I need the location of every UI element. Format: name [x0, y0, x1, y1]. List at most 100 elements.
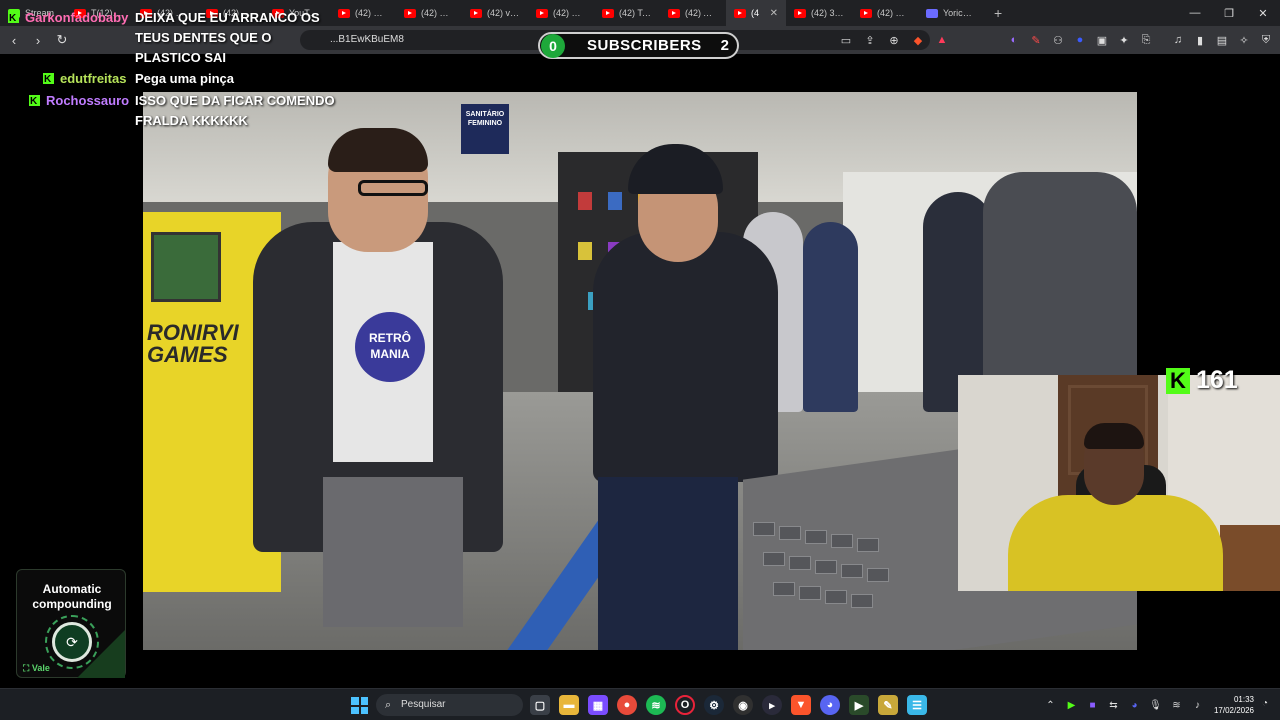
- app-grid-icon[interactable]: ▦: [588, 695, 608, 715]
- browser-tab[interactable]: (42) Tenta: [594, 0, 660, 26]
- browser-tab[interactable]: Yorick An: [918, 0, 984, 26]
- tab-label: Yorick An: [943, 8, 976, 18]
- taskbar-search[interactable]: ⌕ Pesquisar: [376, 694, 523, 716]
- tab-active[interactable]: (4 ✕: [726, 0, 786, 26]
- notification-icon[interactable]: ◔: [1262, 698, 1274, 712]
- zoom-icon[interactable]: ⊕: [886, 32, 902, 48]
- wifi-icon[interactable]: ≋: [1170, 697, 1183, 713]
- extension-4-icon[interactable]: ●: [1072, 32, 1088, 48]
- close-icon[interactable]: ✕: [1246, 0, 1280, 26]
- rewards-icon[interactable]: ▲: [934, 32, 950, 48]
- back-icon[interactable]: ‹: [4, 30, 24, 50]
- wallet-icon[interactable]: ▤: [1214, 32, 1230, 48]
- forward-icon[interactable]: ›: [28, 30, 48, 50]
- chat-message-body: Pega uma pinça: [135, 69, 335, 89]
- system-tray: ⌃ ▶ ■ ⇆ ◕ 🎙︎ ≋ ♪: [1044, 697, 1204, 713]
- webcam-overlay: [958, 375, 1280, 591]
- shirt-logo: RETRÔ MANIA: [355, 312, 425, 382]
- chat-message: edutfreitas: [43, 69, 126, 90]
- browser-tab[interactable]: (42) ÚLTI: [330, 0, 396, 26]
- browser-tab[interactable]: (42) EPST: [528, 0, 594, 26]
- vpn-icon[interactable]: ⛨: [1258, 32, 1274, 48]
- chat-text: DEIXA QUE EU ARRANCO OS TEUS DENTES QUE …: [135, 10, 320, 65]
- chat-username[interactable]: edutfreitas: [60, 69, 126, 89]
- kick-logo-icon: K: [1166, 367, 1190, 394]
- cast-icon[interactable]: ▭: [838, 32, 854, 48]
- steam-icon[interactable]: ⚙: [704, 695, 724, 715]
- obs-icon[interactable]: ◉: [733, 695, 753, 715]
- task-view-icon[interactable]: ▢: [530, 695, 550, 715]
- youtube-icon: [338, 8, 350, 18]
- youtube-icon: [860, 8, 872, 18]
- clock[interactable]: 01:33 17/02/2026: [1208, 694, 1254, 716]
- extension-1-icon[interactable]: ◐: [1006, 32, 1022, 48]
- restroom-sign: SANITÁRIO FEMININO: [461, 104, 509, 154]
- browser-tab[interactable]: (42) Frem: [852, 0, 918, 26]
- spotify-icon[interactable]: ≋: [646, 695, 666, 715]
- subscribers-left-value: 0: [541, 33, 565, 58]
- sidebar-icon[interactable]: ▮: [1192, 32, 1208, 48]
- host-shorts: [323, 477, 463, 627]
- taskbar-apps: ▢ ▬ ▦ ● ≋ O ⚙ ◉ ▸ ▼ ◕ ▶ ✎ ☰: [530, 695, 927, 715]
- youtube-icon: [470, 8, 482, 18]
- chat-username[interactable]: Garkonfadobaby: [25, 8, 128, 28]
- playlist-icon[interactable]: ♫: [1170, 32, 1186, 48]
- microphone-icon[interactable]: 🎙︎: [1149, 697, 1162, 713]
- notepad-icon[interactable]: ☰: [907, 695, 927, 715]
- streamlabs-icon[interactable]: ▸: [762, 695, 782, 715]
- extension-2-icon[interactable]: ✎: [1028, 32, 1044, 48]
- file-explorer-icon[interactable]: ▬: [559, 695, 579, 715]
- browser-tab[interactable]: (42) víde: [462, 0, 528, 26]
- kick-badge-icon: [43, 70, 54, 90]
- site-icon: [926, 8, 938, 18]
- window-controls: — ❐ ✕: [1178, 0, 1280, 26]
- restroom-sign-text: SANITÁRIO FEMININO: [465, 111, 505, 127]
- screen: StreamT(12) Ma(42) O Jor(42) O PeYouTube…: [0, 0, 1280, 720]
- editor-icon[interactable]: ✎: [878, 695, 898, 715]
- tray-app-1-icon[interactable]: ▶: [1065, 697, 1078, 713]
- windows-start-icon[interactable]: [351, 697, 368, 714]
- tab-label: (42) EPST: [553, 8, 586, 18]
- guest-pants: [598, 477, 738, 650]
- leo-icon[interactable]: ✧: [1236, 32, 1252, 48]
- chat-text: Pega uma pinça: [135, 71, 234, 86]
- opera-icon[interactable]: O: [675, 695, 695, 715]
- browser-tab[interactable]: (42) AMÉ: [660, 0, 726, 26]
- chat-username[interactable]: Rochossauro: [46, 91, 129, 111]
- tray-overflow-icon[interactable]: ⌃: [1044, 697, 1057, 713]
- tab-close-icon[interactable]: ✕: [770, 8, 778, 19]
- tray-app-4-icon[interactable]: ◕: [1128, 697, 1141, 713]
- chrome-icon[interactable]: ●: [617, 695, 637, 715]
- chat-message: Garkonfadobaby: [8, 8, 128, 29]
- chat-text: ISSO QUE DA FICAR COMENDO FRALDA KKKKKK: [135, 93, 335, 128]
- minimize-icon[interactable]: —: [1178, 0, 1212, 26]
- browser-tab[interactable]: (42) 365: [786, 0, 852, 26]
- screenshot-icon[interactable]: ⎘: [1138, 32, 1154, 48]
- host-glasses: [358, 180, 428, 196]
- brave-icon[interactable]: ▼: [791, 695, 811, 715]
- extension-3-icon[interactable]: ⚇: [1050, 32, 1066, 48]
- volume-icon[interactable]: ♪: [1191, 697, 1204, 713]
- browser-tab[interactable]: (42) MITO: [396, 0, 462, 26]
- reload-icon[interactable]: ↻: [52, 30, 72, 50]
- promo-brand: ⛶ Vale: [23, 663, 50, 673]
- media-player-icon[interactable]: ▶: [849, 695, 869, 715]
- clock-date: 17/02/2026: [1213, 706, 1254, 715]
- chat-message: Rochossauro: [29, 91, 129, 112]
- discord-icon[interactable]: ◕: [820, 695, 840, 715]
- tray-app-3-icon[interactable]: ⇆: [1107, 697, 1120, 713]
- maximize-icon[interactable]: ❐: [1212, 0, 1246, 26]
- viewer-count: 161: [1196, 366, 1238, 394]
- tray-app-2-icon[interactable]: ■: [1086, 697, 1099, 713]
- tab-label: (42) ÚLTI: [355, 8, 388, 18]
- clock-time: 01:33: [1233, 695, 1254, 704]
- brave-shield-icon[interactable]: ◆: [910, 32, 926, 48]
- puzzle-icon[interactable]: ✦: [1116, 32, 1132, 48]
- new-tab-button[interactable]: +: [984, 5, 1012, 21]
- share-icon[interactable]: ⇪: [862, 32, 878, 48]
- chat-message-body: DEIXA QUE EU ARRANCO OS TEUS DENTES QUE …: [135, 8, 335, 68]
- youtube-icon: [794, 8, 806, 18]
- tab-label: (42) Tenta: [619, 8, 652, 18]
- extension-5-icon[interactable]: ▣: [1094, 32, 1110, 48]
- subscribers-count: 2: [720, 37, 729, 54]
